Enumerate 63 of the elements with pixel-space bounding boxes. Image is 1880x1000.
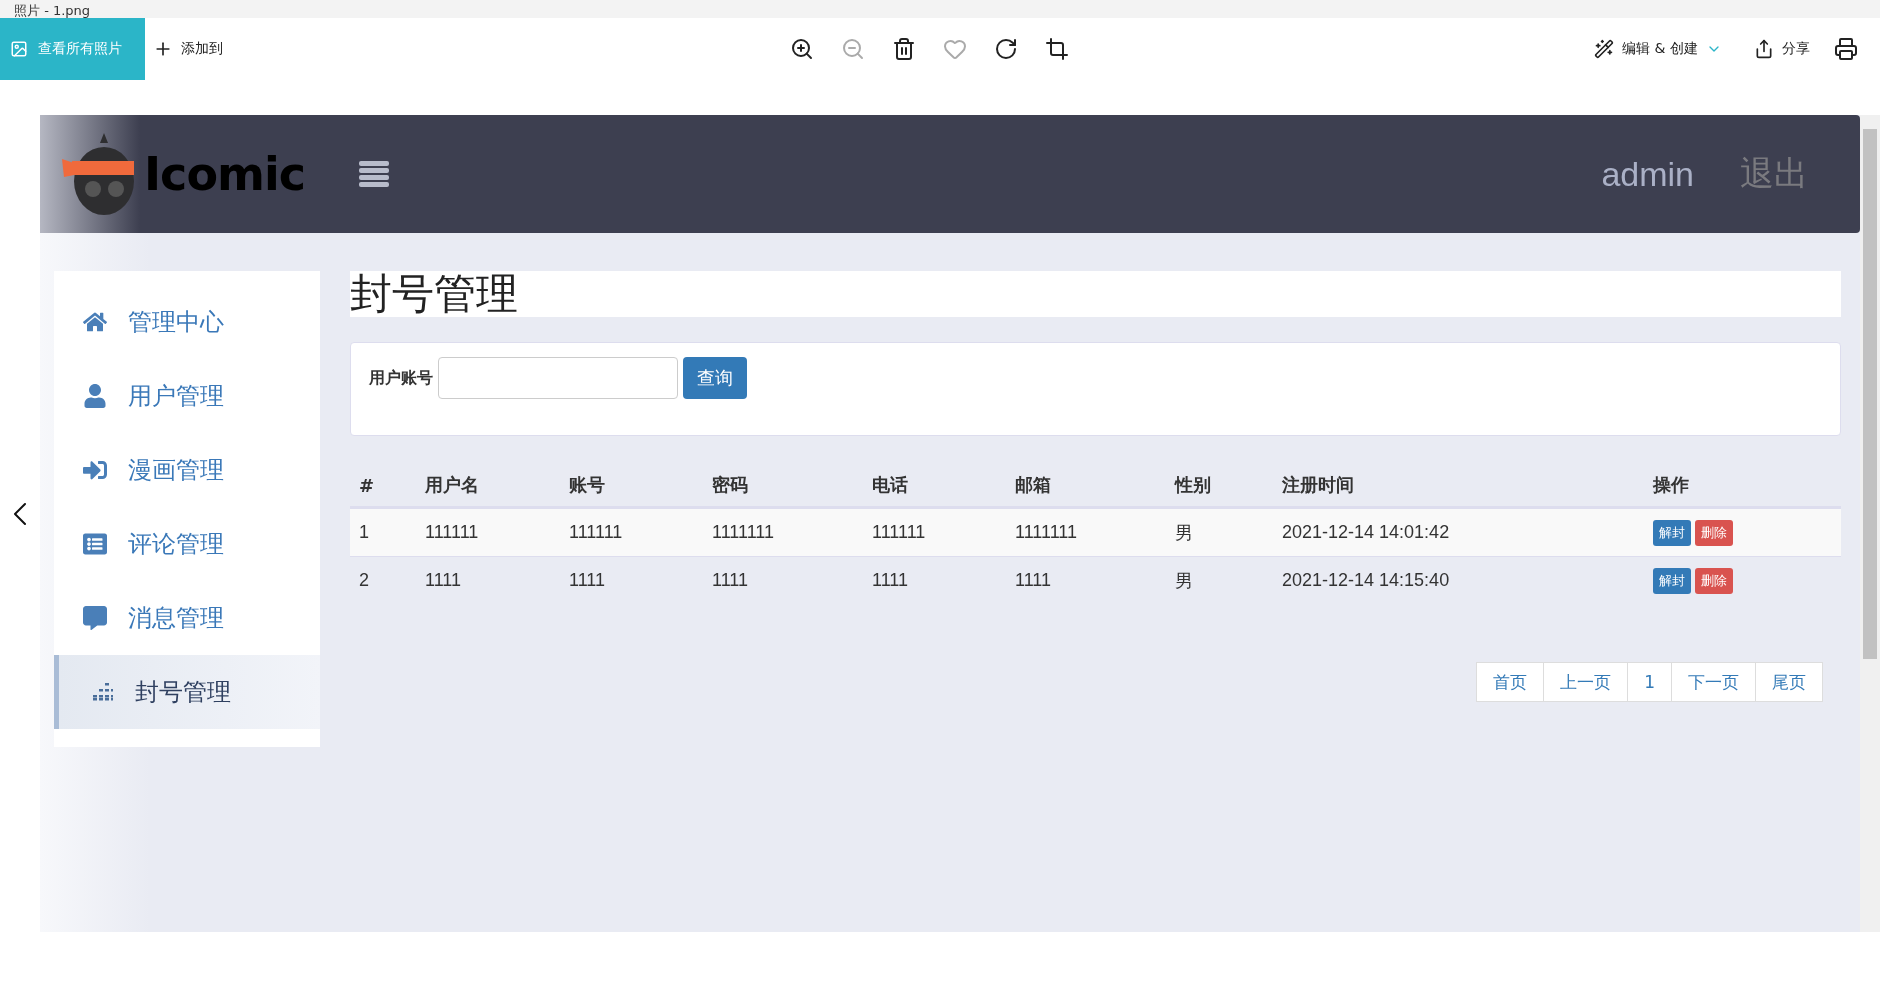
user-icon [83,384,107,408]
table-cell-text: 1111 [568,570,607,591]
table-cell-text: 2021-12-14 14:15:40 [1281,570,1451,591]
logout-link[interactable]: 退出 [1740,151,1808,197]
edit-create-button[interactable]: 编辑 & 创建 [1586,33,1730,65]
column-header: 注册时间 [1281,473,1355,497]
unban-button[interactable]: 解封 [1653,567,1691,594]
picture-icon [10,40,28,58]
column-header: 邮箱 [1014,473,1052,497]
pagination-link[interactable]: 上一页 [1543,662,1629,702]
table-cell-text: 1111111 [711,522,776,543]
sign-in-icon [83,458,107,482]
delete-button[interactable]: 删除 [1695,519,1733,546]
field-label: 用户账号 [369,367,433,389]
column-header: 性别 [1173,473,1212,497]
table-cell-text: 1111111 [1014,522,1079,543]
column-header: # [358,474,376,496]
table-cell-text: 111111 [871,522,927,543]
table-cell-text: 1111 [424,570,463,591]
pagination-link[interactable]: 1 [1627,662,1672,702]
rotate-icon[interactable] [994,37,1018,61]
print-icon[interactable] [1834,37,1858,61]
table-cell-text: 男 [1174,521,1194,545]
scrollbar[interactable] [1860,115,1880,932]
window-title: 照片 - 1.png [14,4,91,18]
page-title: 封号管理 [350,271,1841,317]
table-cell-text: 1111 [871,570,910,591]
menu-icon[interactable] [358,161,389,187]
site-logo: Icomic [144,147,305,201]
table-cell-text: 111111 [424,522,480,543]
username: admin [1601,154,1694,194]
query-button[interactable]: 查询 [683,357,747,399]
table-cell-text: 1111 [1014,570,1053,591]
pagination-link[interactable]: 下一页 [1671,662,1756,702]
add-to-button[interactable]: 添加到 [145,33,231,65]
sidebar-item[interactable]: 封号管理 [54,655,320,729]
table-cell-text: 1111 [711,570,750,591]
table-cell-text: 111111 [568,522,624,543]
column-header: 电话 [871,473,909,497]
table-cell-text: 男 [1174,569,1194,593]
table-cell-text: 2021-12-14 14:01:42 [1281,522,1451,543]
pagination-link[interactable]: 尾页 [1755,662,1823,702]
column-header: 操作 [1652,473,1690,497]
column-header: 密码 [711,473,749,497]
share-icon [1754,39,1774,59]
bar-chart-icon [91,683,113,701]
column-header: 账号 [568,473,606,497]
list-icon [83,532,107,556]
speech-bubble-icon [83,606,107,630]
home-icon [83,310,107,334]
share-button[interactable]: 分享 [1746,33,1818,65]
delete-icon[interactable] [892,37,916,61]
pagination-link[interactable]: 首页 [1476,662,1545,702]
column-header: 用户名 [424,473,480,497]
magic-wand-icon [1594,39,1615,59]
crop-icon[interactable] [1045,37,1069,61]
zoom-in-icon[interactable] [790,37,814,61]
table-cell-text: 2 [358,570,370,591]
unban-button[interactable]: 解封 [1653,519,1691,546]
view-all-photos-button[interactable]: 查看所有照片 [0,18,145,80]
table-cell-text: 1 [358,522,370,543]
delete-button[interactable]: 删除 [1695,567,1733,594]
account-input-field[interactable] [438,357,678,399]
